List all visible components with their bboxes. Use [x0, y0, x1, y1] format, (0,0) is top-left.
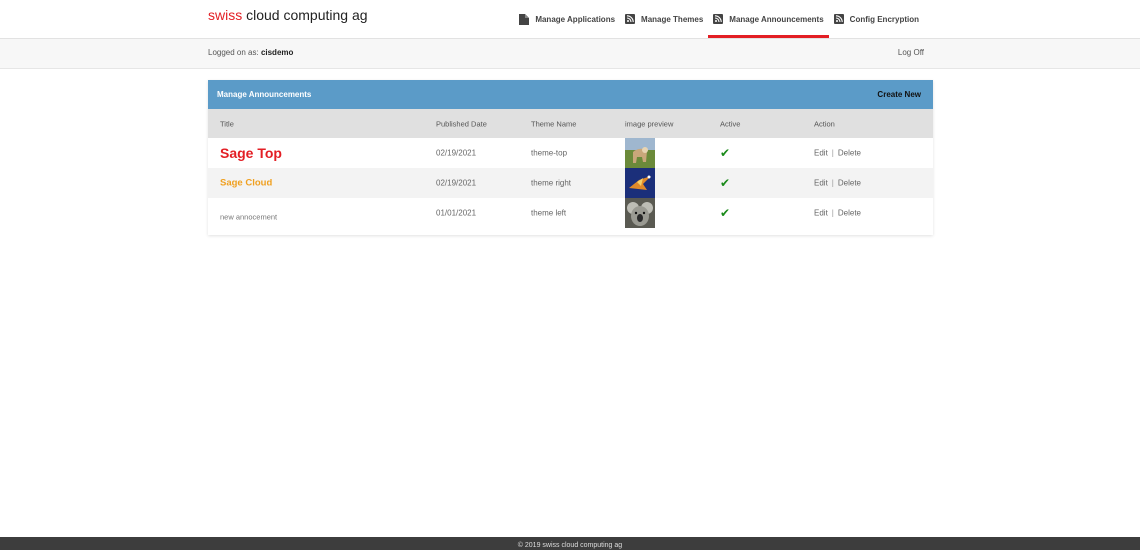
nav-label: Config Encryption — [849, 14, 919, 24]
row-actions: Edit | Delete — [814, 149, 861, 158]
nav-label: Manage Themes — [641, 14, 704, 24]
nav-manage-applications[interactable]: Manage Applications — [514, 0, 620, 38]
panel-title: Manage Announcements — [217, 90, 312, 99]
active-check-icon: ✔ — [720, 146, 731, 160]
active-check-icon: ✔ — [720, 206, 731, 220]
delete-link[interactable]: Delete — [838, 209, 861, 218]
log-off-link[interactable]: Log Off — [898, 48, 924, 57]
top-header: swiss cloud computing ag Manage Applicat… — [0, 0, 1140, 39]
logged-on-user: cisdemo — [260, 48, 294, 57]
edit-link[interactable]: Edit — [814, 179, 828, 188]
action-separator: | — [831, 148, 834, 158]
delete-link[interactable]: Delete — [838, 149, 861, 158]
footer: © 2019 swiss cloud computing ag — [0, 537, 1140, 550]
cow-thumbnail — [625, 138, 655, 168]
published-date: 01/01/2021 — [436, 208, 477, 218]
image-preview — [625, 198, 655, 228]
nav-manage-themes[interactable]: Manage Themes — [620, 0, 708, 38]
bird-thumbnail — [625, 168, 655, 198]
action-separator: | — [831, 208, 834, 218]
nav-config-encryption[interactable]: Config Encryption — [829, 0, 924, 38]
table-header: Title Published Date Theme Name image pr… — [208, 109, 933, 138]
create-new-button[interactable]: Create New — [877, 90, 921, 99]
announcement-title: Sage Top — [220, 145, 282, 161]
nav-manage-announcements[interactable]: Manage Announcements — [708, 0, 829, 38]
action-separator: | — [831, 178, 834, 188]
logged-on-text: Logged on as: cisdemo — [208, 48, 293, 57]
published-date: 02/19/2021 — [436, 148, 477, 158]
file-icon — [519, 13, 530, 25]
footer-copyright: © 2019 swiss cloud computing ag — [517, 542, 623, 549]
table-row: Sage Top 02/19/2021 theme-top ✔ Edit | Del… — [208, 138, 933, 168]
announcements-panel: Manage Announcements Create New Title Pu… — [208, 80, 933, 235]
edit-link[interactable]: Edit — [814, 149, 828, 158]
theme-name: theme left — [531, 208, 567, 218]
announcement-title: new annocement — [220, 212, 278, 221]
row-actions: Edit | Delete — [814, 179, 861, 188]
table-row: new annocement 01/01/2021 theme left ✔ E… — [208, 198, 933, 235]
column-header-image-preview: image preview — [625, 119, 674, 128]
logged-on-prefix: Logged on as: — [208, 48, 261, 57]
active-check-icon: ✔ — [720, 176, 731, 190]
table-row: Sage Cloud 02/19/2021 theme right ✔ Edit… — [208, 168, 933, 198]
session-bar: Logged on as: cisdemo Log Off — [0, 39, 1140, 69]
theme-name: theme-top — [531, 148, 568, 158]
nav-label: Manage Applications — [535, 14, 616, 24]
edit-link[interactable]: Edit — [814, 209, 828, 218]
main-nav: Manage Applications Manage Themes Manage… — [514, 0, 924, 38]
koala-thumbnail — [625, 198, 655, 228]
panel-header: Manage Announcements Create New — [208, 80, 933, 109]
published-date: 02/19/2021 — [436, 178, 477, 188]
rss-icon — [625, 14, 636, 24]
theme-name: theme right — [531, 178, 572, 188]
column-header-title[interactable]: Title — [220, 119, 234, 128]
image-preview — [625, 168, 655, 198]
image-preview — [625, 138, 655, 168]
column-header-theme-name[interactable]: Theme Name — [531, 119, 576, 128]
delete-link[interactable]: Delete — [838, 179, 861, 188]
announcement-title: Sage Cloud — [220, 177, 273, 189]
brand-logo-red-part: swiss — [208, 7, 243, 23]
brand-logo-text: cloud computing ag — [242, 7, 368, 23]
rss-icon — [713, 14, 724, 24]
column-header-active[interactable]: Active — [720, 119, 740, 128]
column-header-action: Action — [814, 119, 835, 128]
nav-label: Manage Announcements — [729, 14, 824, 24]
rss-icon — [833, 14, 844, 24]
brand-logo[interactable]: swiss cloud computing ag — [208, 7, 368, 23]
row-actions: Edit | Delete — [814, 209, 861, 218]
column-header-published-date[interactable]: Published Date — [436, 119, 487, 128]
